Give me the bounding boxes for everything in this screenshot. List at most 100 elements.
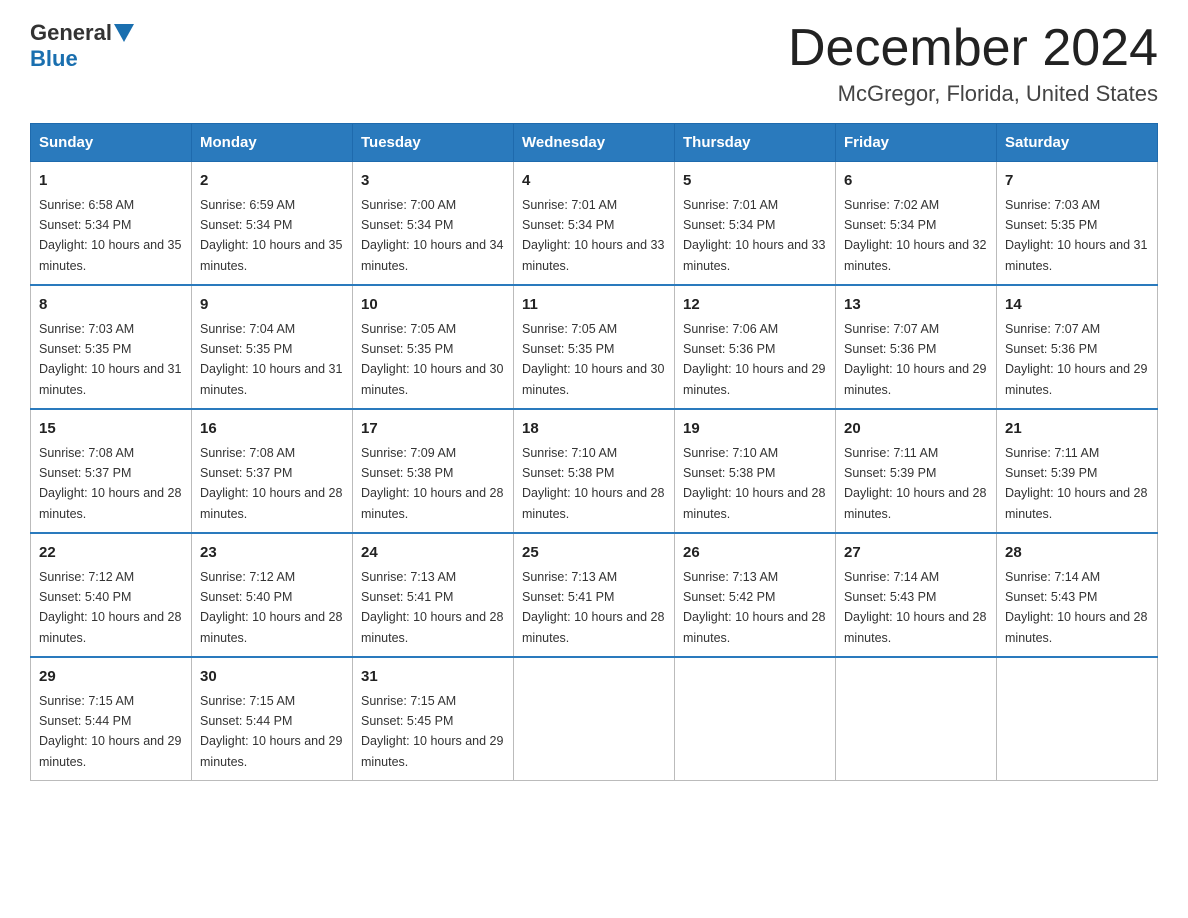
day-of-week-header: Monday xyxy=(192,124,353,162)
day-info: Sunrise: 6:58 AMSunset: 5:34 PMDaylight:… xyxy=(39,198,181,273)
day-number: 2 xyxy=(200,170,344,193)
day-number: 11 xyxy=(522,294,666,317)
day-info: Sunrise: 7:01 AMSunset: 5:34 PMDaylight:… xyxy=(683,198,825,273)
calendar-day-cell: 28 Sunrise: 7:14 AMSunset: 5:43 PMDaylig… xyxy=(997,533,1158,657)
day-number: 24 xyxy=(361,542,505,565)
day-number: 7 xyxy=(1005,170,1149,193)
month-title: December 2024 xyxy=(788,20,1158,77)
calendar-day-cell: 8 Sunrise: 7:03 AMSunset: 5:35 PMDayligh… xyxy=(31,285,192,409)
day-info: Sunrise: 7:10 AMSunset: 5:38 PMDaylight:… xyxy=(683,446,825,521)
day-number: 10 xyxy=(361,294,505,317)
day-info: Sunrise: 7:12 AMSunset: 5:40 PMDaylight:… xyxy=(39,570,181,645)
calendar-day-cell: 2 Sunrise: 6:59 AMSunset: 5:34 PMDayligh… xyxy=(192,162,353,286)
day-info: Sunrise: 7:05 AMSunset: 5:35 PMDaylight:… xyxy=(522,322,664,397)
day-info: Sunrise: 7:00 AMSunset: 5:34 PMDaylight:… xyxy=(361,198,503,273)
day-number: 12 xyxy=(683,294,827,317)
day-info: Sunrise: 7:03 AMSunset: 5:35 PMDaylight:… xyxy=(39,322,181,397)
day-info: Sunrise: 7:09 AMSunset: 5:38 PMDaylight:… xyxy=(361,446,503,521)
calendar-week-row: 22 Sunrise: 7:12 AMSunset: 5:40 PMDaylig… xyxy=(31,533,1158,657)
calendar-header-row: SundayMondayTuesdayWednesdayThursdayFrid… xyxy=(31,124,1158,162)
logo: General Blue xyxy=(30,20,136,72)
day-number: 6 xyxy=(844,170,988,193)
day-info: Sunrise: 7:14 AMSunset: 5:43 PMDaylight:… xyxy=(1005,570,1147,645)
day-info: Sunrise: 7:01 AMSunset: 5:34 PMDaylight:… xyxy=(522,198,664,273)
day-info: Sunrise: 7:07 AMSunset: 5:36 PMDaylight:… xyxy=(844,322,986,397)
calendar-day-cell: 1 Sunrise: 6:58 AMSunset: 5:34 PMDayligh… xyxy=(31,162,192,286)
calendar-day-cell: 3 Sunrise: 7:00 AMSunset: 5:34 PMDayligh… xyxy=(353,162,514,286)
calendar-week-row: 29 Sunrise: 7:15 AMSunset: 5:44 PMDaylig… xyxy=(31,657,1158,781)
location-title: McGregor, Florida, United States xyxy=(788,81,1158,107)
logo-blue-text: Blue xyxy=(30,46,78,71)
day-number: 22 xyxy=(39,542,183,565)
logo-general-text: General xyxy=(30,20,112,46)
calendar-day-cell: 23 Sunrise: 7:12 AMSunset: 5:40 PMDaylig… xyxy=(192,533,353,657)
day-info: Sunrise: 7:07 AMSunset: 5:36 PMDaylight:… xyxy=(1005,322,1147,397)
calendar-week-row: 15 Sunrise: 7:08 AMSunset: 5:37 PMDaylig… xyxy=(31,409,1158,533)
day-of-week-header: Thursday xyxy=(675,124,836,162)
calendar-day-cell xyxy=(675,657,836,781)
day-number: 28 xyxy=(1005,542,1149,565)
day-number: 23 xyxy=(200,542,344,565)
day-of-week-header: Tuesday xyxy=(353,124,514,162)
day-info: Sunrise: 7:13 AMSunset: 5:41 PMDaylight:… xyxy=(361,570,503,645)
day-number: 18 xyxy=(522,418,666,441)
day-number: 27 xyxy=(844,542,988,565)
day-info: Sunrise: 7:15 AMSunset: 5:45 PMDaylight:… xyxy=(361,694,503,769)
day-number: 9 xyxy=(200,294,344,317)
day-info: Sunrise: 6:59 AMSunset: 5:34 PMDaylight:… xyxy=(200,198,342,273)
calendar-day-cell: 11 Sunrise: 7:05 AMSunset: 5:35 PMDaylig… xyxy=(514,285,675,409)
day-number: 25 xyxy=(522,542,666,565)
day-info: Sunrise: 7:05 AMSunset: 5:35 PMDaylight:… xyxy=(361,322,503,397)
day-number: 5 xyxy=(683,170,827,193)
day-number: 8 xyxy=(39,294,183,317)
calendar-day-cell: 20 Sunrise: 7:11 AMSunset: 5:39 PMDaylig… xyxy=(836,409,997,533)
calendar-day-cell: 18 Sunrise: 7:10 AMSunset: 5:38 PMDaylig… xyxy=(514,409,675,533)
calendar-day-cell: 5 Sunrise: 7:01 AMSunset: 5:34 PMDayligh… xyxy=(675,162,836,286)
calendar-day-cell: 16 Sunrise: 7:08 AMSunset: 5:37 PMDaylig… xyxy=(192,409,353,533)
day-number: 1 xyxy=(39,170,183,193)
calendar-day-cell: 24 Sunrise: 7:13 AMSunset: 5:41 PMDaylig… xyxy=(353,533,514,657)
calendar-day-cell: 19 Sunrise: 7:10 AMSunset: 5:38 PMDaylig… xyxy=(675,409,836,533)
day-info: Sunrise: 7:11 AMSunset: 5:39 PMDaylight:… xyxy=(1005,446,1147,521)
day-number: 13 xyxy=(844,294,988,317)
calendar-day-cell: 17 Sunrise: 7:09 AMSunset: 5:38 PMDaylig… xyxy=(353,409,514,533)
day-number: 31 xyxy=(361,666,505,689)
day-info: Sunrise: 7:15 AMSunset: 5:44 PMDaylight:… xyxy=(200,694,342,769)
day-info: Sunrise: 7:11 AMSunset: 5:39 PMDaylight:… xyxy=(844,446,986,521)
calendar-table: SundayMondayTuesdayWednesdayThursdayFrid… xyxy=(30,123,1158,781)
calendar-day-cell: 21 Sunrise: 7:11 AMSunset: 5:39 PMDaylig… xyxy=(997,409,1158,533)
calendar-day-cell: 15 Sunrise: 7:08 AMSunset: 5:37 PMDaylig… xyxy=(31,409,192,533)
calendar-week-row: 1 Sunrise: 6:58 AMSunset: 5:34 PMDayligh… xyxy=(31,162,1158,286)
day-of-week-header: Sunday xyxy=(31,124,192,162)
day-number: 29 xyxy=(39,666,183,689)
calendar-day-cell xyxy=(997,657,1158,781)
day-of-week-header: Saturday xyxy=(997,124,1158,162)
day-info: Sunrise: 7:04 AMSunset: 5:35 PMDaylight:… xyxy=(200,322,342,397)
day-of-week-header: Friday xyxy=(836,124,997,162)
day-info: Sunrise: 7:08 AMSunset: 5:37 PMDaylight:… xyxy=(39,446,181,521)
day-number: 14 xyxy=(1005,294,1149,317)
day-number: 26 xyxy=(683,542,827,565)
calendar-day-cell: 7 Sunrise: 7:03 AMSunset: 5:35 PMDayligh… xyxy=(997,162,1158,286)
calendar-day-cell: 26 Sunrise: 7:13 AMSunset: 5:42 PMDaylig… xyxy=(675,533,836,657)
day-number: 20 xyxy=(844,418,988,441)
day-number: 19 xyxy=(683,418,827,441)
calendar-day-cell: 12 Sunrise: 7:06 AMSunset: 5:36 PMDaylig… xyxy=(675,285,836,409)
calendar-day-cell: 25 Sunrise: 7:13 AMSunset: 5:41 PMDaylig… xyxy=(514,533,675,657)
day-number: 4 xyxy=(522,170,666,193)
day-number: 21 xyxy=(1005,418,1149,441)
day-number: 3 xyxy=(361,170,505,193)
calendar-day-cell: 4 Sunrise: 7:01 AMSunset: 5:34 PMDayligh… xyxy=(514,162,675,286)
calendar-day-cell: 9 Sunrise: 7:04 AMSunset: 5:35 PMDayligh… xyxy=(192,285,353,409)
day-info: Sunrise: 7:13 AMSunset: 5:41 PMDaylight:… xyxy=(522,570,664,645)
calendar-day-cell: 13 Sunrise: 7:07 AMSunset: 5:36 PMDaylig… xyxy=(836,285,997,409)
day-of-week-header: Wednesday xyxy=(514,124,675,162)
calendar-day-cell: 29 Sunrise: 7:15 AMSunset: 5:44 PMDaylig… xyxy=(31,657,192,781)
day-info: Sunrise: 7:03 AMSunset: 5:35 PMDaylight:… xyxy=(1005,198,1147,273)
calendar-day-cell: 22 Sunrise: 7:12 AMSunset: 5:40 PMDaylig… xyxy=(31,533,192,657)
calendar-day-cell: 27 Sunrise: 7:14 AMSunset: 5:43 PMDaylig… xyxy=(836,533,997,657)
day-info: Sunrise: 7:06 AMSunset: 5:36 PMDaylight:… xyxy=(683,322,825,397)
day-info: Sunrise: 7:15 AMSunset: 5:44 PMDaylight:… xyxy=(39,694,181,769)
day-info: Sunrise: 7:13 AMSunset: 5:42 PMDaylight:… xyxy=(683,570,825,645)
day-number: 16 xyxy=(200,418,344,441)
